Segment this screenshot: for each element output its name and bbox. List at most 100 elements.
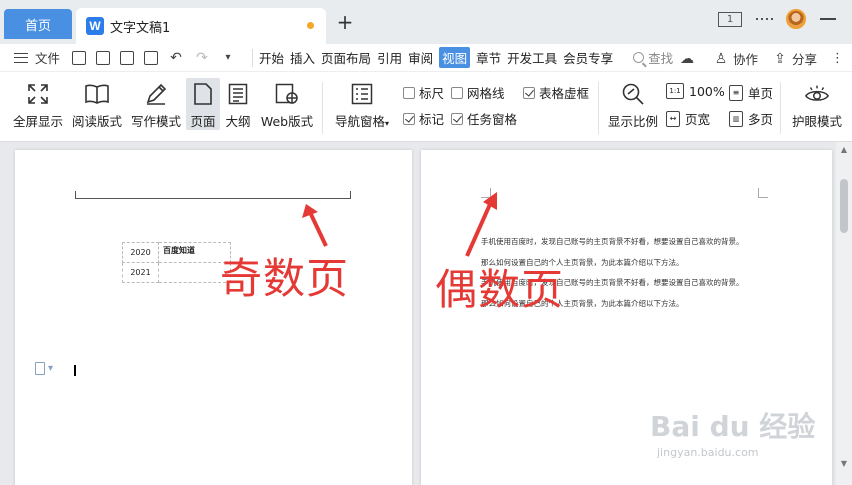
- task-pane-check: [451, 112, 463, 125]
- menu-review[interactable]: 审阅: [408, 48, 433, 67]
- ruler-checkbox[interactable]: 标尺: [403, 83, 444, 102]
- quick-access-toolbar: ↶ ↷ ▾: [72, 50, 246, 66]
- markup-check: [403, 112, 415, 125]
- header-divider: [75, 191, 351, 199]
- even-page-annotation: 偶数页: [435, 265, 565, 314]
- menu-page-layout[interactable]: 页面布局: [321, 48, 371, 67]
- single-page-icon: ≡: [729, 84, 743, 101]
- scroll-down-icon[interactable]: ▼: [839, 460, 849, 468]
- document-canvas[interactable]: 2020 百度知道 2021 ▾ 奇数页 手机使用百度时，发现自己账号的主页背景…: [0, 142, 852, 485]
- print-icon[interactable]: [120, 50, 135, 65]
- page-icon: [190, 82, 216, 106]
- undo-icon[interactable]: ↶: [168, 50, 184, 66]
- minimize-icon[interactable]: [820, 18, 836, 20]
- collab-button[interactable]: ♙ 协作: [713, 49, 758, 68]
- page-width-button[interactable]: ↔ 页宽: [666, 109, 710, 128]
- table-row: 2020 百度知道: [122, 242, 231, 263]
- text-cursor: [74, 365, 76, 376]
- reading-mode-button[interactable]: 阅读版式: [71, 72, 123, 130]
- user-avatar[interactable]: [786, 9, 806, 29]
- web-view-label: Web版式: [260, 114, 314, 129]
- search-button[interactable]: 查找: [633, 48, 673, 67]
- ribbon-divider: [322, 82, 323, 134]
- menu-member[interactable]: 会员专享: [563, 48, 613, 67]
- print-preview-icon[interactable]: [144, 50, 159, 65]
- task-pane-label: 任务窗格: [467, 112, 518, 127]
- paragraph-options-icon[interactable]: ▾: [35, 362, 53, 375]
- menu-developer[interactable]: 开发工具: [507, 48, 557, 67]
- fullscreen-button[interactable]: 全屏显示: [12, 72, 64, 130]
- gridlines-checkbox[interactable]: 网格线: [451, 83, 505, 102]
- menu-chapter[interactable]: 章节: [476, 48, 501, 67]
- outline-view-button[interactable]: 大纲: [223, 72, 253, 130]
- page-width-icon: ↔: [666, 110, 680, 127]
- search-label: 查找: [648, 51, 674, 66]
- table-cell[interactable]: 2021: [122, 262, 159, 283]
- eye-protect-button[interactable]: 护眼模式: [788, 72, 846, 130]
- export-pdf-icon[interactable]: [96, 50, 111, 65]
- apps-grid-icon[interactable]: [755, 11, 773, 27]
- file-menu-button[interactable]: 文件: [14, 48, 60, 67]
- vertical-scrollbar[interactable]: ▲ ▼: [836, 142, 852, 485]
- table-gridlines-checkbox[interactable]: 表格虚框: [523, 83, 589, 102]
- zoom-button[interactable]: 显示比例: [604, 72, 662, 130]
- share-icon: ⇪: [774, 50, 786, 67]
- menu-bar: 文件 ↶ ↷ ▾ 开始 插入 页面布局 引用 审阅 视图 章节 开发工具 会员专…: [0, 44, 852, 72]
- zoom-100-button[interactable]: 1:1 100%: [666, 83, 725, 99]
- search-icon: [633, 52, 645, 63]
- zoom-label: 显示比例: [607, 114, 658, 129]
- tab-document[interactable]: W 文字文稿1: [76, 8, 326, 44]
- watermark-logo: Bai du 经验: [650, 410, 816, 443]
- table-cell[interactable]: 2020: [122, 242, 159, 263]
- nav-pane-icon: [349, 81, 375, 106]
- menu-insert[interactable]: 插入: [290, 48, 315, 67]
- menu-start[interactable]: 开始: [259, 48, 284, 67]
- menu-view[interactable]: 视图: [439, 47, 471, 68]
- fullscreen-label: 全屏显示: [12, 114, 63, 129]
- markup-label: 标记: [419, 112, 445, 127]
- web-view-button[interactable]: Web版式: [258, 72, 316, 130]
- multi-page-label: 多页: [748, 112, 774, 127]
- nav-pane-label: 导航窗格▾: [334, 114, 390, 129]
- paragraph[interactable]: 手机使用百度时，发现自己账号的主页背景不好看，想要设置自己喜欢的背景。: [481, 236, 744, 247]
- window-controls: 1: [704, 8, 852, 30]
- tab-bar: 首页 W 文字文稿1 + 1: [0, 0, 852, 44]
- tab-home[interactable]: 首页: [4, 9, 72, 39]
- more-options-icon[interactable]: ⋮: [831, 51, 844, 66]
- fullscreen-icon: [25, 81, 51, 106]
- task-pane-checkbox[interactable]: 任务窗格: [451, 109, 517, 128]
- multi-page-icon: ▥: [729, 110, 743, 127]
- markup-checkbox[interactable]: 标记: [403, 109, 444, 128]
- page-width-label: 页宽: [685, 112, 711, 127]
- page-view-button[interactable]: 页面: [186, 78, 220, 130]
- table-row: 2021: [122, 262, 231, 283]
- main-menu: 开始 插入 页面布局 引用 审阅 视图 章节 开发工具 会员专享: [259, 47, 619, 68]
- unsaved-indicator: [307, 22, 314, 29]
- odd-arrow-annotation: [302, 204, 328, 247]
- outline-view-label: 大纲: [225, 114, 251, 129]
- table-gridlines-check: [523, 86, 535, 99]
- web-layout-icon: [274, 81, 300, 106]
- window-layout-icon[interactable]: 1: [718, 11, 742, 27]
- new-tab-button[interactable]: +: [333, 9, 357, 35]
- scroll-thumb[interactable]: [840, 179, 848, 233]
- cloud-sync-icon[interactable]: ☁: [679, 51, 695, 67]
- single-page-button[interactable]: ≡ 单页: [729, 83, 773, 102]
- scroll-up-icon[interactable]: ▲: [839, 146, 849, 154]
- odd-page[interactable]: 2020 百度知道 2021 ▾ 奇数页: [15, 150, 412, 485]
- share-button[interactable]: ⇪ 分享: [772, 49, 817, 68]
- ribbon-divider: [780, 82, 781, 134]
- multi-page-button[interactable]: ▥ 多页: [729, 109, 773, 128]
- doc-table[interactable]: 2020 百度知道 2021: [122, 242, 231, 283]
- single-page-label: 单页: [748, 86, 774, 101]
- zoom-icon: [620, 81, 646, 106]
- divider: [252, 48, 254, 67]
- redo-icon[interactable]: ↷: [194, 50, 210, 66]
- file-menu-label: 文件: [35, 51, 61, 66]
- nav-pane-button[interactable]: 导航窗格▾: [330, 72, 394, 130]
- more-dropdown-icon[interactable]: ▾: [220, 50, 236, 66]
- menu-references[interactable]: 引用: [377, 48, 402, 67]
- save-icon[interactable]: [72, 50, 87, 65]
- collab-label: 协作: [732, 52, 758, 67]
- writing-mode-button[interactable]: 写作模式: [129, 72, 183, 130]
